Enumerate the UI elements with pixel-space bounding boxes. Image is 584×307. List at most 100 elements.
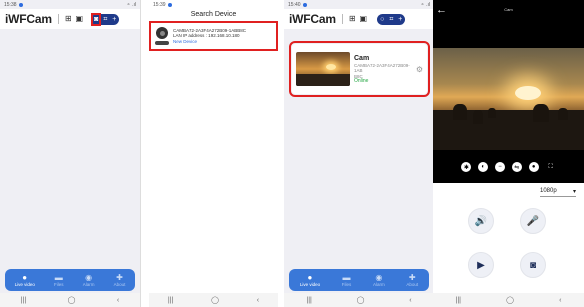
tab-live-video[interactable]: ● Live video	[300, 273, 320, 287]
bell-icon: ◉	[375, 273, 383, 282]
video-control-row: ✱ ◐ − ⇋ ● ⛶	[433, 162, 584, 172]
tab-label: Files	[341, 282, 352, 287]
home-button[interactable]: ◯	[357, 296, 365, 304]
status-time: 15:38	[4, 1, 17, 8]
recent-apps-button[interactable]: |||	[21, 297, 26, 304]
grid-view-icon[interactable]: ⊞	[65, 15, 72, 23]
microphone-button[interactable]: 🎤	[520, 208, 546, 234]
status-bar: 15:38 ⚬ .ıl	[0, 0, 140, 9]
notification-icon	[167, 2, 172, 7]
bottom-tab-bar: ● Live video ▬ Files ◉ Alarm ✚ About	[5, 269, 135, 291]
tab-files[interactable]: ▬ Files	[54, 273, 64, 287]
minus-icon[interactable]: −	[495, 162, 506, 172]
video-panel: ← Cam ✱ ◐ − ⇋ ● ⛶	[433, 0, 584, 183]
found-device-row[interactable]: CAMBA72-2A3F4A272B09-1ABB8C LAN IP addre…	[149, 21, 278, 51]
recent-apps-button[interactable]: |||	[456, 297, 461, 304]
resolution-value: 1080p	[540, 188, 557, 194]
camera-thumbnail[interactable]	[296, 52, 350, 86]
back-button[interactable]: ‹	[257, 297, 259, 304]
recent-apps-button[interactable]: |||	[168, 297, 173, 304]
add-device-icon[interactable]: +	[112, 16, 116, 23]
scan-qr-icon[interactable]: ⌗	[103, 16, 107, 23]
speaker-icon: 🔊	[474, 215, 488, 227]
status-time: 15:39	[153, 1, 166, 8]
record-button[interactable]: ▶	[468, 252, 494, 278]
camera-info: Cam CAMBA72-2A3F4A272B09-1AB B8C Online	[354, 54, 412, 85]
camera-card[interactable]: Cam CAMBA72-2A3F4A272B09-1AB B8C Online …	[289, 41, 430, 97]
camera-name: Cam	[354, 54, 370, 62]
camera-icon: ◙	[529, 259, 537, 271]
tab-label: Live video	[299, 282, 321, 287]
page-title: Search Device	[190, 11, 237, 18]
home-button[interactable]: ◯	[68, 296, 76, 304]
system-nav-bar: ||| ◯ ‹	[433, 293, 584, 307]
mirror-icon[interactable]: ⇋	[511, 162, 522, 172]
toolbar-pill: ◙ ⌗ +	[90, 12, 120, 26]
tab-label: Alarm	[372, 282, 385, 287]
recent-apps-button[interactable]: |||	[306, 297, 311, 304]
toolbar-pill: ○ ⌗ +	[377, 13, 406, 25]
puzzle-icon: ✚	[408, 273, 416, 282]
signal-icon: ⚬ .ıl	[420, 1, 430, 8]
grid-view-icon[interactable]: ⊞	[349, 15, 356, 23]
single-view-icon[interactable]: ▣	[76, 15, 84, 23]
header-divider	[57, 14, 59, 24]
tab-live-video[interactable]: ● Live video	[15, 273, 35, 287]
contrast-icon[interactable]: ◐	[478, 162, 489, 172]
color-icon[interactable]: ●	[528, 162, 539, 172]
device-state: New Device	[173, 38, 198, 44]
tab-files[interactable]: ▬ Files	[342, 273, 352, 287]
fullscreen-icon[interactable]: ⛶	[546, 162, 556, 172]
app-brand: iWFCam	[5, 12, 52, 26]
search-device-icon[interactable]: ◙	[90, 12, 102, 26]
play-icon: ●	[307, 273, 313, 282]
tab-label: About	[406, 282, 419, 287]
live-video-feed[interactable]	[433, 48, 584, 150]
home-button[interactable]: ◯	[506, 296, 514, 304]
single-view-icon[interactable]: ▣	[360, 15, 368, 23]
system-nav-bar: ||| ◯ ‹	[149, 293, 278, 307]
puzzle-icon: ✚	[116, 273, 123, 282]
chevron-down-icon: ▾	[572, 189, 576, 195]
tab-label: About	[113, 282, 126, 287]
scan-qr-icon[interactable]: ⌗	[389, 16, 393, 23]
add-device-icon[interactable]: +	[398, 16, 402, 23]
microphone-icon: 🎤	[526, 215, 540, 227]
search-device-icon[interactable]: ○	[380, 16, 384, 23]
app-header: iWFCam ⊞ ▣ ◙ ⌗ +	[0, 9, 140, 29]
bottom-tab-bar: ● Live video ▬ Files ◉ Alarm ✚ About	[289, 269, 429, 291]
camera-title: Cam	[504, 7, 513, 12]
tab-label: Files	[54, 282, 64, 287]
system-nav-bar: ||| ◯ ‹	[0, 293, 140, 307]
notification-icon	[18, 2, 23, 7]
camera-id: CAMBA72-2A3F4A272B09-1AB	[354, 62, 410, 74]
system-nav-bar: ||| ◯ ‹	[284, 293, 434, 307]
bell-icon: ◉	[85, 273, 93, 282]
brightness-icon[interactable]: ✱	[461, 162, 472, 172]
tab-label: Alarm	[82, 282, 95, 287]
status-bar: 15:39	[149, 0, 278, 9]
camera-icon	[155, 27, 169, 45]
phone-device-list: 15:40 ⚬ .ıl iWFCam ⊞ ▣ ○ ⌗ + Cam CAMBA72…	[284, 0, 434, 307]
tab-about[interactable]: ✚ About	[114, 273, 126, 287]
back-button[interactable]: ‹	[409, 297, 411, 304]
app-header: iWFCam ⊞ ▣ ○ ⌗ +	[284, 9, 434, 29]
tab-alarm[interactable]: ◉ Alarm	[373, 273, 385, 287]
header-divider	[341, 14, 343, 24]
app-brand: iWFCam	[289, 12, 336, 26]
notification-icon	[302, 2, 307, 7]
device-info: CAMBA72-2A3F4A272B09-1ABB8C LAN IP addre…	[173, 28, 246, 45]
tab-alarm[interactable]: ◉ Alarm	[83, 273, 95, 287]
gear-icon[interactable]: ⚙	[416, 65, 423, 74]
tab-about[interactable]: ✚ About	[406, 273, 418, 287]
snapshot-button[interactable]: ◙	[520, 252, 546, 278]
record-icon: ▶	[477, 259, 485, 271]
status-time: 15:40	[288, 1, 301, 8]
folder-icon: ▬	[54, 273, 63, 282]
home-button[interactable]: ◯	[211, 296, 219, 304]
back-button[interactable]: ‹	[559, 297, 561, 304]
back-button[interactable]: ‹	[117, 297, 119, 304]
resolution-select[interactable]: 1080p ▾	[540, 188, 576, 197]
phone-live-view: ← Cam ✱ ◐ − ⇋ ● ⛶ 1080p ▾ 🔊 🎤 ▶ ◙ ||| ◯ …	[433, 0, 584, 307]
speaker-button[interactable]: 🔊	[468, 208, 494, 234]
